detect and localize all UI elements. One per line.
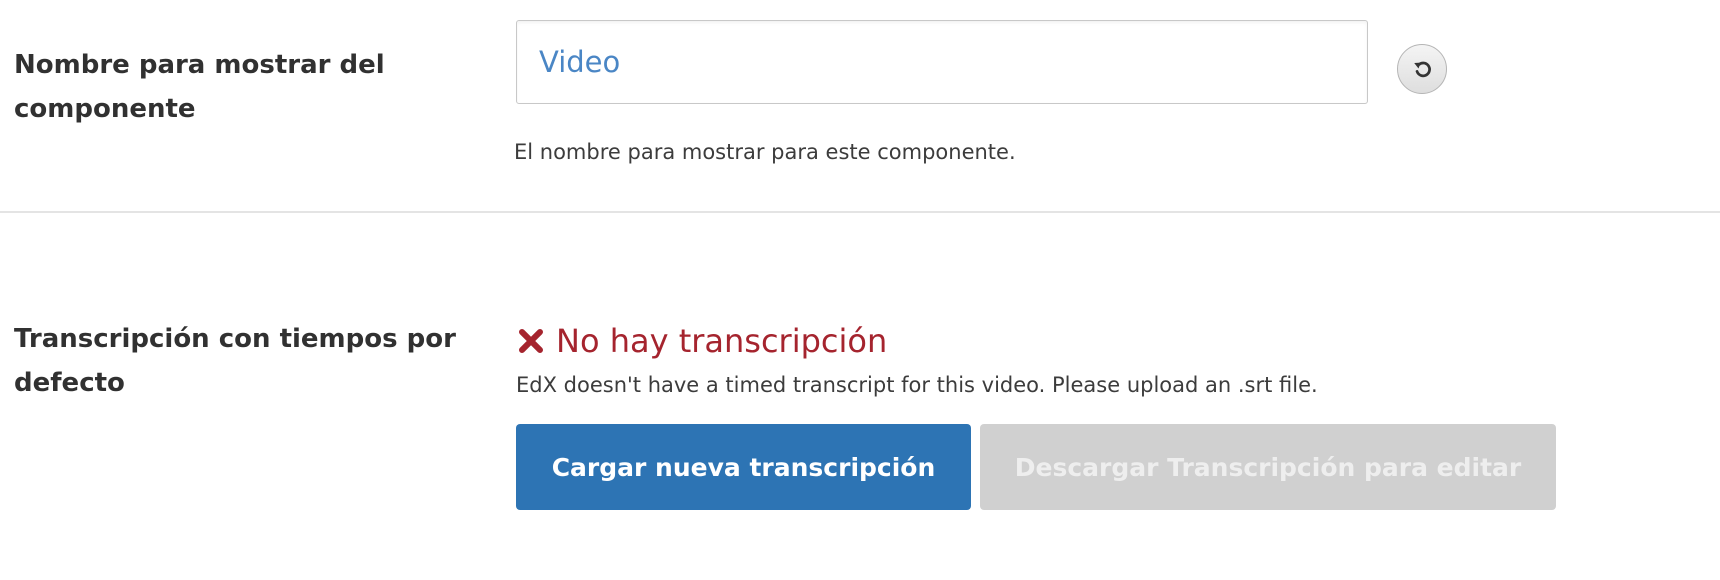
settings-panel: Nombre para mostrar del componente El no… xyxy=(0,0,1720,580)
display-name-label: Nombre para mostrar del componente xyxy=(14,50,385,124)
section-divider xyxy=(0,211,1720,213)
upload-transcript-button[interactable]: Cargar nueva transcripción xyxy=(516,424,971,510)
transcript-status: No hay transcripción xyxy=(516,316,887,366)
download-transcript-button: Descargar Transcripción para editar xyxy=(980,424,1556,510)
transcript-label: Transcripción con tiempos por defecto xyxy=(14,324,456,398)
reset-button[interactable] xyxy=(1397,44,1447,94)
display-name-help: El nombre para mostrar para este compone… xyxy=(514,140,1016,164)
display-name-input[interactable] xyxy=(516,20,1368,104)
transcript-status-title: No hay transcripción xyxy=(556,322,888,360)
x-icon xyxy=(519,329,543,353)
reset-icon xyxy=(1414,61,1431,78)
transcript-status-message: EdX doesn't have a timed transcript for … xyxy=(516,373,1318,397)
